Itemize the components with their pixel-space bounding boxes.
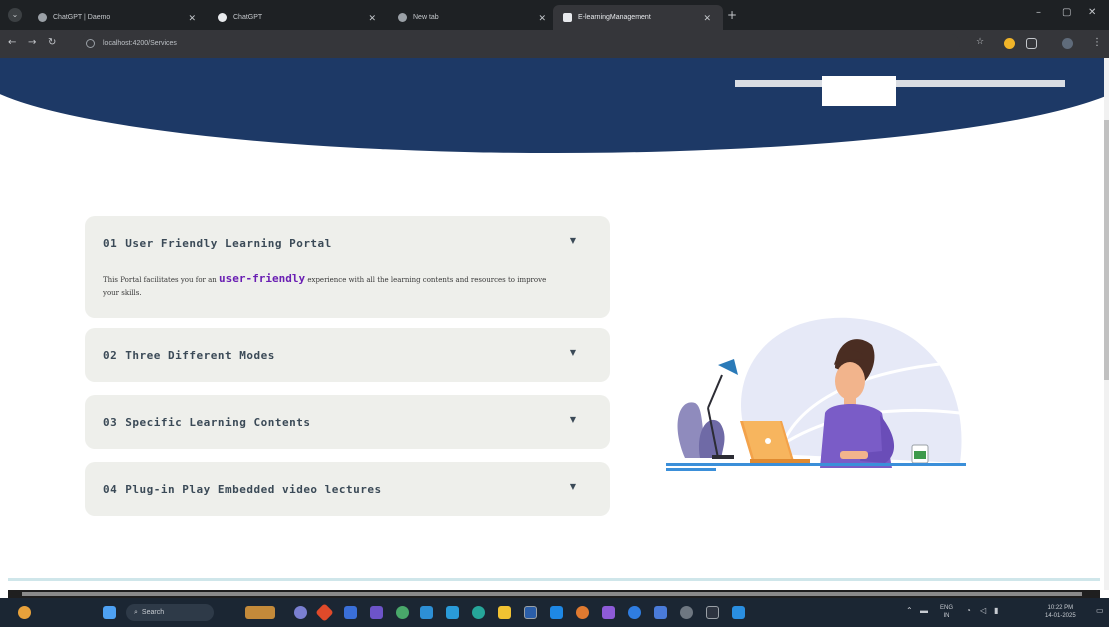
tab-label: ChatGPT (233, 14, 263, 21)
browser-toolbar: ← → ↻ localhost:4200/Services ☆ ⋮ (0, 30, 1109, 58)
feature-accordion-04[interactable]: 04 Plug-in Play Embedded video lectures … (85, 462, 610, 516)
vscode-icon[interactable] (732, 606, 745, 619)
vertical-scrollbar-thumb[interactable] (1104, 120, 1109, 380)
news-widget-icon[interactable] (245, 606, 275, 619)
feature-number: 03 (103, 415, 118, 429)
cmd-icon[interactable] (706, 606, 719, 619)
maximize-button[interactable]: ▢ (1062, 7, 1071, 18)
address-bar[interactable]: localhost:4200/Services (80, 34, 960, 53)
chrome-icon[interactable] (396, 606, 409, 619)
settings-gear-icon[interactable] (680, 606, 693, 619)
feature-title: User Friendly Learning Portal (125, 236, 332, 250)
volume-icon[interactable]: ◁ (980, 607, 986, 615)
search-icon: ⌕ (134, 608, 138, 616)
accordion-header[interactable]: 02 Three Different Modes (103, 328, 275, 382)
site-info-icon[interactable] (86, 39, 95, 48)
feature-title: Three Different Modes (125, 348, 275, 362)
feature-number: 01 (103, 236, 118, 250)
feature-title: Specific Learning Contents (125, 415, 311, 429)
person-laptop-illustration (666, 317, 966, 471)
close-tab-icon[interactable]: ✕ (188, 13, 196, 24)
file-explorer-icon[interactable] (498, 606, 511, 619)
tray-chevron-icon[interactable]: ⌃ (906, 607, 913, 615)
vscode-blue-icon[interactable] (344, 606, 357, 619)
accordion-header[interactable]: 01 User Friendly Learning Portal (103, 216, 332, 270)
feature-title: Plug-in Play Embedded video lectures (125, 482, 382, 496)
notification-icon[interactable]: ▭ (1096, 607, 1104, 615)
battery-icon[interactable]: ▮ (994, 607, 998, 615)
tab-chatgpt-daemo[interactable]: ChatGPT | Daemo ✕ (28, 5, 208, 30)
chrome-blue-icon[interactable] (628, 606, 641, 619)
accordion-header[interactable]: 03 Specific Learning Contents (103, 395, 310, 449)
browser-tab-strip: ⌄ ChatGPT | Daemo ✕ ChatGPT ✕ New tab ✕ … (0, 0, 1109, 30)
tab-new-tab[interactable]: New tab ✕ (388, 5, 558, 30)
accordion-header[interactable]: 04 Plug-in Play Embedded video lectures (103, 462, 382, 516)
minimize-button[interactable]: – (1036, 7, 1041, 18)
feature-accordion-01[interactable]: 01 User Friendly Learning Portal ▼ This … (85, 216, 610, 318)
section-divider (8, 578, 1100, 581)
chatgpt-favicon-icon (38, 13, 47, 22)
browser-icon[interactable] (472, 606, 485, 619)
search-placeholder: Search (141, 609, 165, 616)
extension-icon[interactable] (1004, 38, 1015, 49)
tab-label: ChatGPT | Daemo (53, 14, 111, 21)
chatgpt-favicon-icon (218, 13, 227, 22)
tray-app-icon[interactable]: ▬ (920, 607, 928, 615)
tab-chatgpt[interactable]: ChatGPT ✕ (208, 5, 388, 30)
highlight-text: user-friendly (219, 272, 306, 285)
feature-description: This Portal facilitates you for an user-… (103, 272, 547, 297)
tab-label: E-learningManagement (578, 14, 651, 21)
teams-icon[interactable] (294, 606, 307, 619)
feature-number: 02 (103, 348, 118, 362)
bookmark-star-icon[interactable]: ☆ (976, 37, 984, 47)
chevron-down-icon[interactable]: ▼ (570, 482, 576, 491)
menu-dots-icon[interactable]: ⋮ (1092, 37, 1102, 48)
chevron-down-icon[interactable]: ▼ (570, 348, 576, 357)
store-icon[interactable] (446, 606, 459, 619)
edge-icon[interactable] (420, 606, 433, 619)
back-arrow-icon[interactable]: ← (8, 37, 16, 48)
close-tab-icon[interactable]: ✕ (538, 13, 546, 24)
hero-white-box (822, 76, 896, 106)
taskbar-search[interactable]: ⌕ Search (126, 604, 214, 621)
forward-arrow-icon[interactable]: → (28, 37, 36, 48)
tab-label: New tab (413, 14, 439, 21)
close-tab-icon[interactable]: ✕ (368, 13, 376, 24)
vs-icon[interactable] (602, 606, 615, 619)
page-viewport: 01 User Friendly Learning Portal ▼ This … (0, 58, 1104, 590)
globe-favicon-icon (398, 13, 407, 22)
clock[interactable]: 10:22 PM 14-01-2025 (1045, 604, 1076, 620)
horizontal-scrollbar[interactable] (8, 590, 1100, 598)
horizontal-scrollbar-thumb[interactable] (22, 592, 1082, 596)
windows-taskbar: ⌕ Search ⌃ ▬ ENG IN ◔ ◁ ▮ 10:22 PM 14-01… (0, 598, 1109, 627)
close-tab-icon[interactable]: ✕ (703, 13, 711, 24)
wifi-icon[interactable]: ◔ (966, 607, 971, 615)
tab-search-icon[interactable]: ⌄ (8, 8, 22, 22)
git-icon[interactable] (315, 603, 334, 622)
weather-widget-icon[interactable] (18, 606, 31, 619)
url-text: localhost:4200/Services (103, 40, 177, 47)
chevron-down-icon[interactable]: ▼ (570, 415, 576, 424)
visual-studio-icon[interactable] (370, 606, 383, 619)
mail-icon[interactable] (550, 606, 563, 619)
feature-number: 04 (103, 482, 118, 496)
hero-banner (0, 58, 1104, 153)
extensions-puzzle-icon[interactable] (1026, 38, 1037, 49)
feature-accordion-02[interactable]: 02 Three Different Modes ▼ (85, 328, 610, 382)
firefox-icon[interactable] (576, 606, 589, 619)
notepad-icon[interactable] (654, 606, 667, 619)
feature-accordion-03[interactable]: 03 Specific Learning Contents ▼ (85, 395, 610, 449)
windows-start-icon[interactable] (103, 606, 116, 619)
close-window-button[interactable]: ✕ (1088, 7, 1096, 18)
profile-avatar-icon[interactable] (1062, 38, 1073, 49)
tab-elearning[interactable]: E-learningManagement ✕ (553, 5, 723, 30)
hero-divider (735, 80, 1065, 87)
language-indicator[interactable]: ENG IN (940, 604, 953, 620)
reload-icon[interactable]: ↻ (48, 37, 56, 48)
terminal-icon[interactable] (524, 606, 537, 619)
new-tab-button[interactable]: + (727, 8, 737, 22)
angular-favicon-icon (563, 13, 572, 22)
chevron-down-icon[interactable]: ▼ (570, 236, 576, 245)
